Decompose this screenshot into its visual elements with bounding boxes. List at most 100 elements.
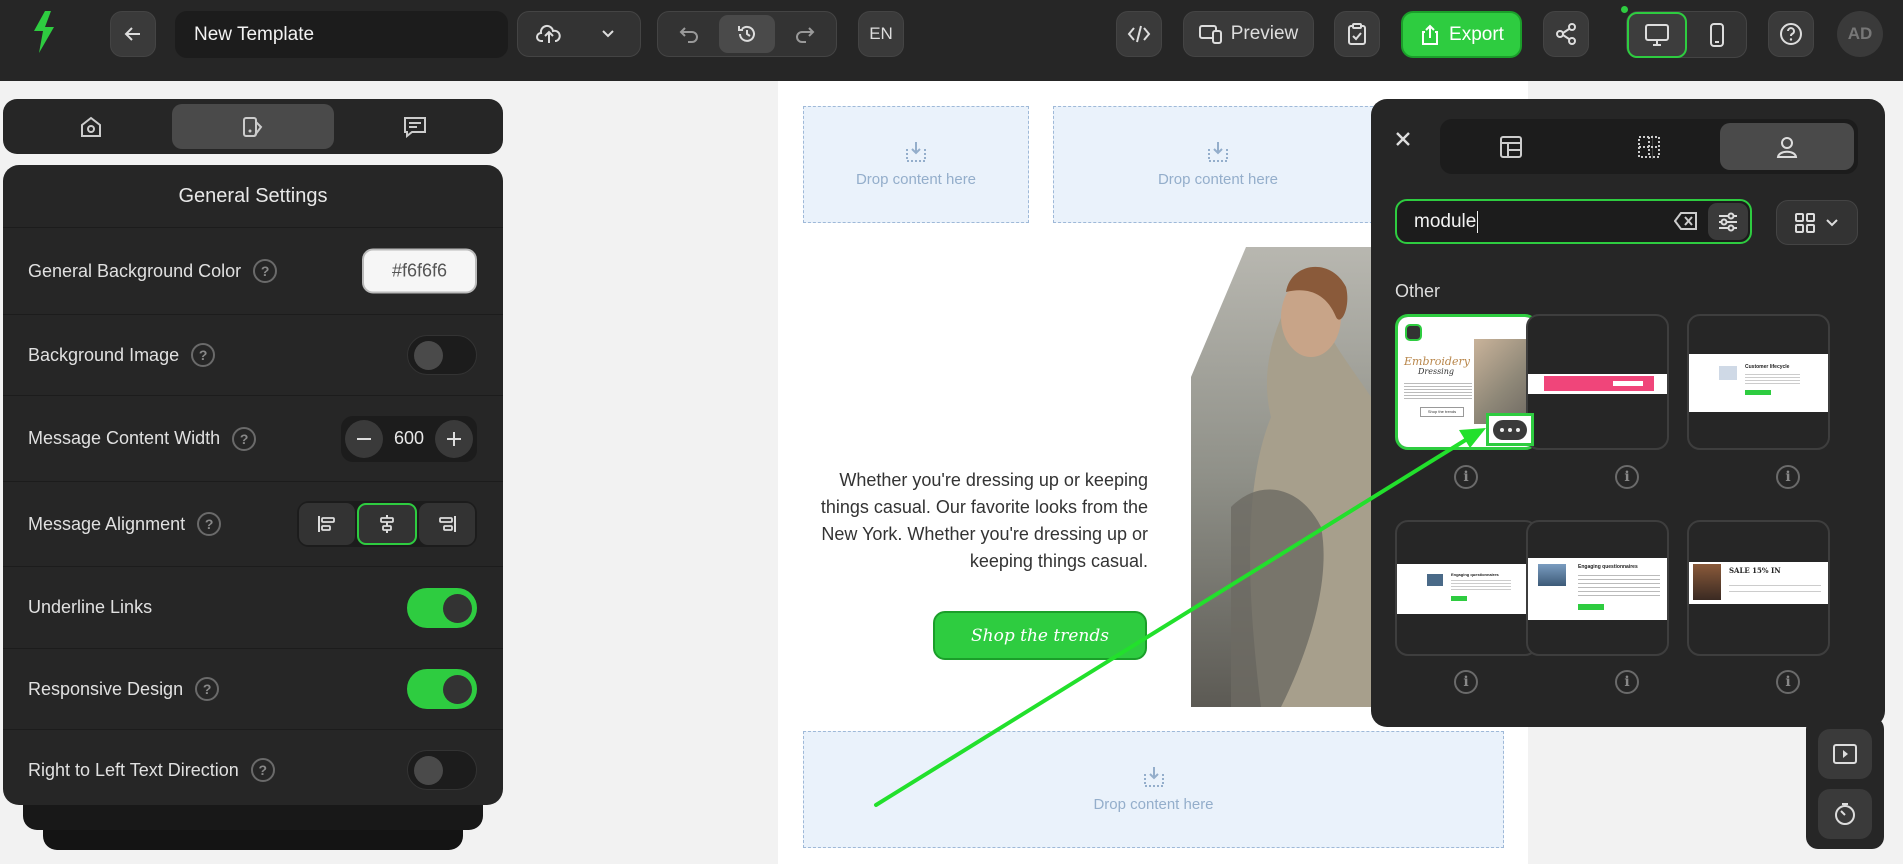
background-image-toggle[interactable] bbox=[407, 335, 477, 375]
module-card[interactable]: Engaging questionnaires bbox=[1526, 520, 1669, 656]
thumb-text-lines bbox=[1745, 372, 1800, 384]
help-icon[interactable]: ? bbox=[253, 259, 278, 283]
thumb-image bbox=[1719, 366, 1737, 380]
drop-label: Drop content here bbox=[1093, 796, 1214, 813]
tab-comments[interactable] bbox=[334, 104, 496, 149]
code-view-button[interactable] bbox=[1116, 11, 1162, 57]
increment-button[interactable] bbox=[434, 419, 473, 458]
filter-button[interactable] bbox=[1708, 203, 1748, 240]
thumb-white-bar bbox=[1613, 381, 1643, 386]
module-card[interactable]: Engaging questionnaires bbox=[1395, 520, 1538, 656]
info-icon[interactable]: i bbox=[1776, 465, 1800, 489]
info-icon[interactable]: i bbox=[1615, 670, 1639, 694]
chevron-down-icon bbox=[1826, 218, 1838, 226]
dot bbox=[1500, 427, 1504, 432]
responsive-design-toggle[interactable] bbox=[407, 669, 477, 709]
drop-zone[interactable]: Drop content here bbox=[1053, 106, 1383, 223]
drop-download-icon bbox=[1143, 767, 1164, 787]
modules-tabs bbox=[1440, 119, 1858, 174]
undo-button[interactable] bbox=[661, 15, 716, 53]
drop-zone[interactable]: Drop content here bbox=[803, 731, 1504, 848]
save-cloud-button[interactable] bbox=[521, 15, 577, 53]
thumb-button: Shop the trends bbox=[1420, 407, 1464, 417]
shop-the-trends-button[interactable]: Shop the trends bbox=[933, 611, 1147, 660]
media-button[interactable] bbox=[1818, 729, 1872, 779]
help-icon[interactable]: ? bbox=[197, 512, 222, 536]
info-icon[interactable]: i bbox=[1454, 670, 1478, 694]
mobile-view-button[interactable] bbox=[1687, 12, 1747, 58]
right-tool-rail bbox=[1806, 717, 1884, 849]
help-icon[interactable]: ? bbox=[232, 426, 257, 451]
thumb-text-lines bbox=[1404, 381, 1472, 399]
module-thumbnail: SALE 15% IN bbox=[1689, 562, 1828, 604]
redo-button[interactable] bbox=[778, 15, 833, 53]
export-label: Export bbox=[1449, 23, 1504, 45]
view-mode-dropdown[interactable] bbox=[1776, 200, 1858, 245]
help-icon[interactable]: ? bbox=[195, 677, 220, 701]
module-thumbnail: Customer lifecycle bbox=[1689, 354, 1828, 412]
paint-palette-icon bbox=[243, 116, 263, 137]
info-icon[interactable]: i bbox=[1776, 670, 1800, 694]
clipboard-button[interactable] bbox=[1334, 11, 1380, 57]
grid-view-icon bbox=[1795, 212, 1815, 233]
cloud-upload-icon bbox=[536, 24, 561, 43]
sliders-icon bbox=[1719, 212, 1737, 231]
hero-paragraph[interactable]: Whether you're dressing up or keeping th… bbox=[815, 467, 1148, 575]
module-card[interactable]: SALE 15% IN bbox=[1687, 520, 1830, 656]
drop-zone[interactable]: Drop content here bbox=[803, 106, 1029, 223]
tab-modules[interactable] bbox=[1720, 123, 1854, 170]
help-button[interactable] bbox=[1768, 11, 1814, 57]
module-more-options-button[interactable] bbox=[1486, 413, 1534, 446]
history-icon bbox=[737, 25, 755, 42]
rtl-toggle[interactable] bbox=[407, 750, 477, 790]
desktop-icon bbox=[1645, 24, 1669, 46]
help-icon[interactable]: ? bbox=[250, 758, 275, 782]
share-button[interactable] bbox=[1543, 11, 1589, 57]
thumb-image bbox=[1427, 574, 1443, 586]
preview-button[interactable]: Preview bbox=[1183, 11, 1314, 57]
module-search-input[interactable]: module bbox=[1395, 199, 1752, 244]
background-color-input[interactable]: #f6f6f6 bbox=[362, 248, 477, 294]
save-group bbox=[517, 11, 641, 57]
clear-input-icon[interactable] bbox=[1674, 211, 1698, 231]
export-button[interactable]: Export bbox=[1401, 11, 1522, 58]
save-options-dropdown[interactable] bbox=[580, 15, 636, 53]
language-button[interactable]: EN bbox=[858, 11, 904, 57]
setting-underline-links: Underline Links bbox=[3, 567, 503, 649]
alignment-group bbox=[297, 501, 477, 547]
version-history-button[interactable] bbox=[719, 15, 775, 53]
select-checkbox[interactable] bbox=[1405, 324, 1422, 341]
align-left-button[interactable] bbox=[299, 503, 355, 545]
drop-label: Drop content here bbox=[855, 171, 977, 188]
template-name-input[interactable]: New Template bbox=[175, 11, 508, 58]
timer-button[interactable] bbox=[1818, 789, 1872, 839]
content-width-value[interactable]: 600 bbox=[394, 428, 424, 449]
desktop-view-button[interactable] bbox=[1627, 12, 1687, 58]
tab-blocks[interactable] bbox=[1444, 123, 1578, 170]
module-card[interactable]: Customer lifecycle bbox=[1687, 314, 1830, 450]
info-icon[interactable]: i bbox=[1615, 465, 1639, 489]
info-icon[interactable]: i bbox=[1454, 465, 1478, 489]
hero-photo[interactable] bbox=[1191, 247, 1371, 707]
help-icon[interactable]: ? bbox=[191, 343, 216, 367]
thumb-green-button bbox=[1745, 390, 1771, 395]
app-logo[interactable] bbox=[30, 9, 58, 55]
code-icon bbox=[1127, 25, 1151, 43]
drop-download-icon bbox=[906, 142, 926, 162]
setting-label: Message Content Width bbox=[28, 428, 221, 448]
underline-links-toggle[interactable] bbox=[407, 587, 477, 628]
decrement-button[interactable] bbox=[345, 419, 383, 458]
setting-label: General Background Color bbox=[28, 260, 242, 281]
back-button[interactable] bbox=[110, 11, 156, 57]
align-right-icon bbox=[439, 516, 456, 532]
close-button[interactable] bbox=[1383, 119, 1423, 159]
tab-general[interactable] bbox=[10, 104, 172, 149]
align-center-button[interactable] bbox=[357, 503, 417, 545]
module-card[interactable] bbox=[1526, 314, 1669, 450]
thumb-subtitle: Dressing bbox=[1418, 367, 1455, 376]
setting-rtl: Right to Left Text Direction ? bbox=[3, 730, 503, 805]
tab-style[interactable] bbox=[172, 104, 334, 149]
align-right-button[interactable] bbox=[419, 503, 475, 545]
tab-structures[interactable] bbox=[1582, 123, 1716, 170]
user-avatar[interactable]: AD bbox=[1837, 11, 1883, 57]
